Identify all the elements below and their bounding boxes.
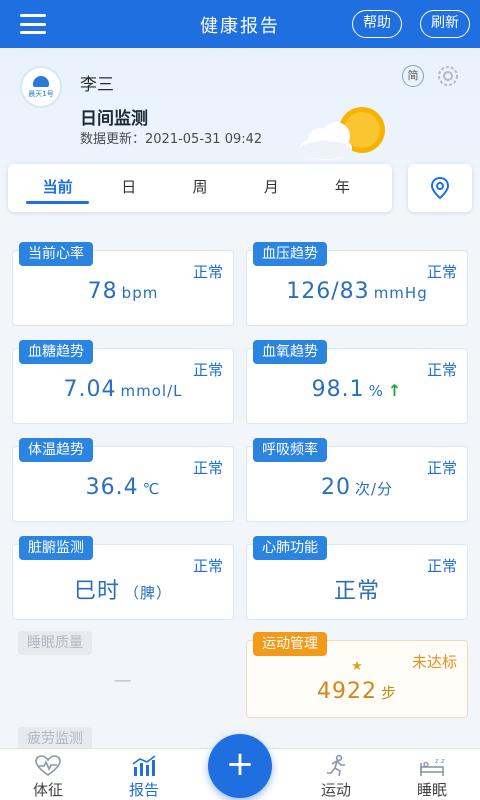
body-temperature-card[interactable]: 体温趋势 正常 36.4 ℃: [12, 438, 234, 522]
mode-title: 日间监测: [80, 109, 148, 129]
card-title: 呼吸频率: [253, 438, 327, 462]
blood-pressure-card[interactable]: 血压趋势 正常 126/83 mmHg: [246, 242, 468, 326]
data-update-time: 数据更新：2021-05-31 09:42: [80, 128, 262, 147]
logo-text: 晨天1号: [28, 89, 54, 98]
tab-current[interactable]: 当前: [22, 164, 93, 212]
value-number: 4922: [316, 679, 377, 704]
value-unit: 次/分: [354, 480, 394, 498]
logo-mark-icon: [33, 75, 49, 87]
value-unit: %: [368, 382, 384, 400]
card-title: 体温趋势: [19, 438, 93, 462]
value-number: 20: [320, 475, 351, 500]
bed-icon: z z: [420, 757, 445, 776]
tabbar-item-vitals[interactable]: 体征: [8, 749, 88, 800]
tabbar-item-report[interactable]: 报告: [104, 749, 184, 800]
value-number: 98.1: [311, 377, 365, 402]
tab-year[interactable]: 年: [307, 164, 378, 212]
card-title: 血压趋势: [253, 242, 327, 266]
heart-rate-card[interactable]: 当前心率 正常 78 bpm: [12, 242, 234, 326]
bar-chart-icon: [132, 755, 156, 776]
tabbar-label: 体征: [32, 781, 63, 799]
tabbar-item-exercise[interactable]: 运动: [296, 749, 376, 800]
trend-up-arrow-icon: ↑: [387, 381, 403, 400]
tabbar-label: 报告: [128, 781, 159, 799]
running-icon: [327, 755, 345, 777]
value-unit: mmol/L: [120, 382, 183, 400]
cardiopulmonary-card[interactable]: 心肺功能 正常 正常: [246, 536, 468, 620]
gear-icon[interactable]: [436, 64, 460, 88]
metric-value: 126/83 mmHg: [247, 279, 467, 304]
user-name: 李三: [80, 75, 114, 95]
metric-value: 36.4 ℃: [13, 475, 233, 500]
card-title: 脏腑监测: [19, 536, 93, 560]
weather-sun-cloud-icon: [300, 107, 385, 160]
value-unit: mmHg: [373, 284, 428, 302]
respiration-rate-card[interactable]: 呼吸频率 正常 20 次/分: [246, 438, 468, 522]
metric-value: 4922 步: [247, 679, 467, 704]
value-number: 巳时: [73, 579, 120, 604]
value-unit: （脾）: [124, 584, 173, 602]
tabbar-label: 睡眠: [416, 781, 447, 799]
value-number: 36.4: [85, 475, 139, 500]
update-label: 数据更新：: [80, 132, 146, 147]
value-unit: bpm: [121, 284, 159, 302]
tab-day[interactable]: 日: [93, 164, 164, 212]
metric-value: 正常: [247, 573, 467, 605]
metric-value: 7.04 mmol/L: [13, 377, 233, 402]
card-title: 运动管理: [253, 632, 327, 656]
exercise-management-card[interactable]: 运动管理 未达标 ★ 4922 步: [246, 632, 468, 718]
metric-value: 78 bpm: [13, 279, 233, 304]
page-title: 健康报告: [200, 16, 280, 37]
location-button[interactable]: [408, 164, 472, 212]
blood-oxygen-card[interactable]: 血氧趋势 正常 98.1% ↑: [246, 340, 468, 424]
value-number: 126/83: [286, 279, 370, 304]
value-unit: ℃: [142, 480, 161, 498]
value-unit: 步: [380, 684, 397, 702]
value-number: 7.04: [63, 377, 117, 402]
update-time: 2021-05-31 09:42: [145, 132, 263, 147]
help-button[interactable]: 帮助: [352, 10, 402, 38]
refresh-button[interactable]: 刷新: [420, 10, 470, 38]
card-title: 当前心率: [19, 242, 93, 266]
add-button[interactable]: +: [208, 734, 272, 798]
value-number: 78: [87, 279, 118, 304]
simplified-toggle-button[interactable]: 简: [402, 65, 424, 87]
metric-value: —: [113, 670, 133, 691]
value-number: 正常: [333, 579, 380, 604]
card-title: 心肺功能: [253, 536, 327, 560]
metric-value: 20 次/分: [247, 475, 467, 500]
tabbar-item-sleep[interactable]: z z 睡眠: [392, 749, 472, 800]
heart-pulse-icon: [35, 755, 61, 776]
tab-month[interactable]: 月: [236, 164, 307, 212]
period-tabs: 当前 日 周 月 年: [8, 164, 392, 212]
star-icon: ★: [351, 659, 363, 674]
sleep-quality-card[interactable]: 睡眠质量 —: [12, 631, 234, 718]
organ-monitor-card[interactable]: 脏腑监测 正常 巳时 （脾）: [12, 536, 234, 620]
location-pin-icon: [430, 176, 450, 200]
card-title: 血氧趋势: [253, 340, 327, 364]
card-title: 血糖趋势: [19, 340, 93, 364]
tab-week[interactable]: 周: [164, 164, 235, 212]
tabbar-label: 运动: [320, 781, 351, 799]
menu-icon[interactable]: [20, 14, 46, 34]
metric-value: 98.1% ↑: [247, 377, 467, 402]
app-logo: 晨天1号: [20, 66, 62, 108]
metric-value: 巳时 （脾）: [13, 573, 233, 605]
blood-sugar-card[interactable]: 血糖趋势 正常 7.04 mmol/L: [12, 340, 234, 424]
svg-text:z z: z z: [435, 757, 445, 765]
card-title: 睡眠质量: [18, 631, 92, 655]
top-bar: 健康报告 帮助 刷新: [0, 0, 480, 48]
